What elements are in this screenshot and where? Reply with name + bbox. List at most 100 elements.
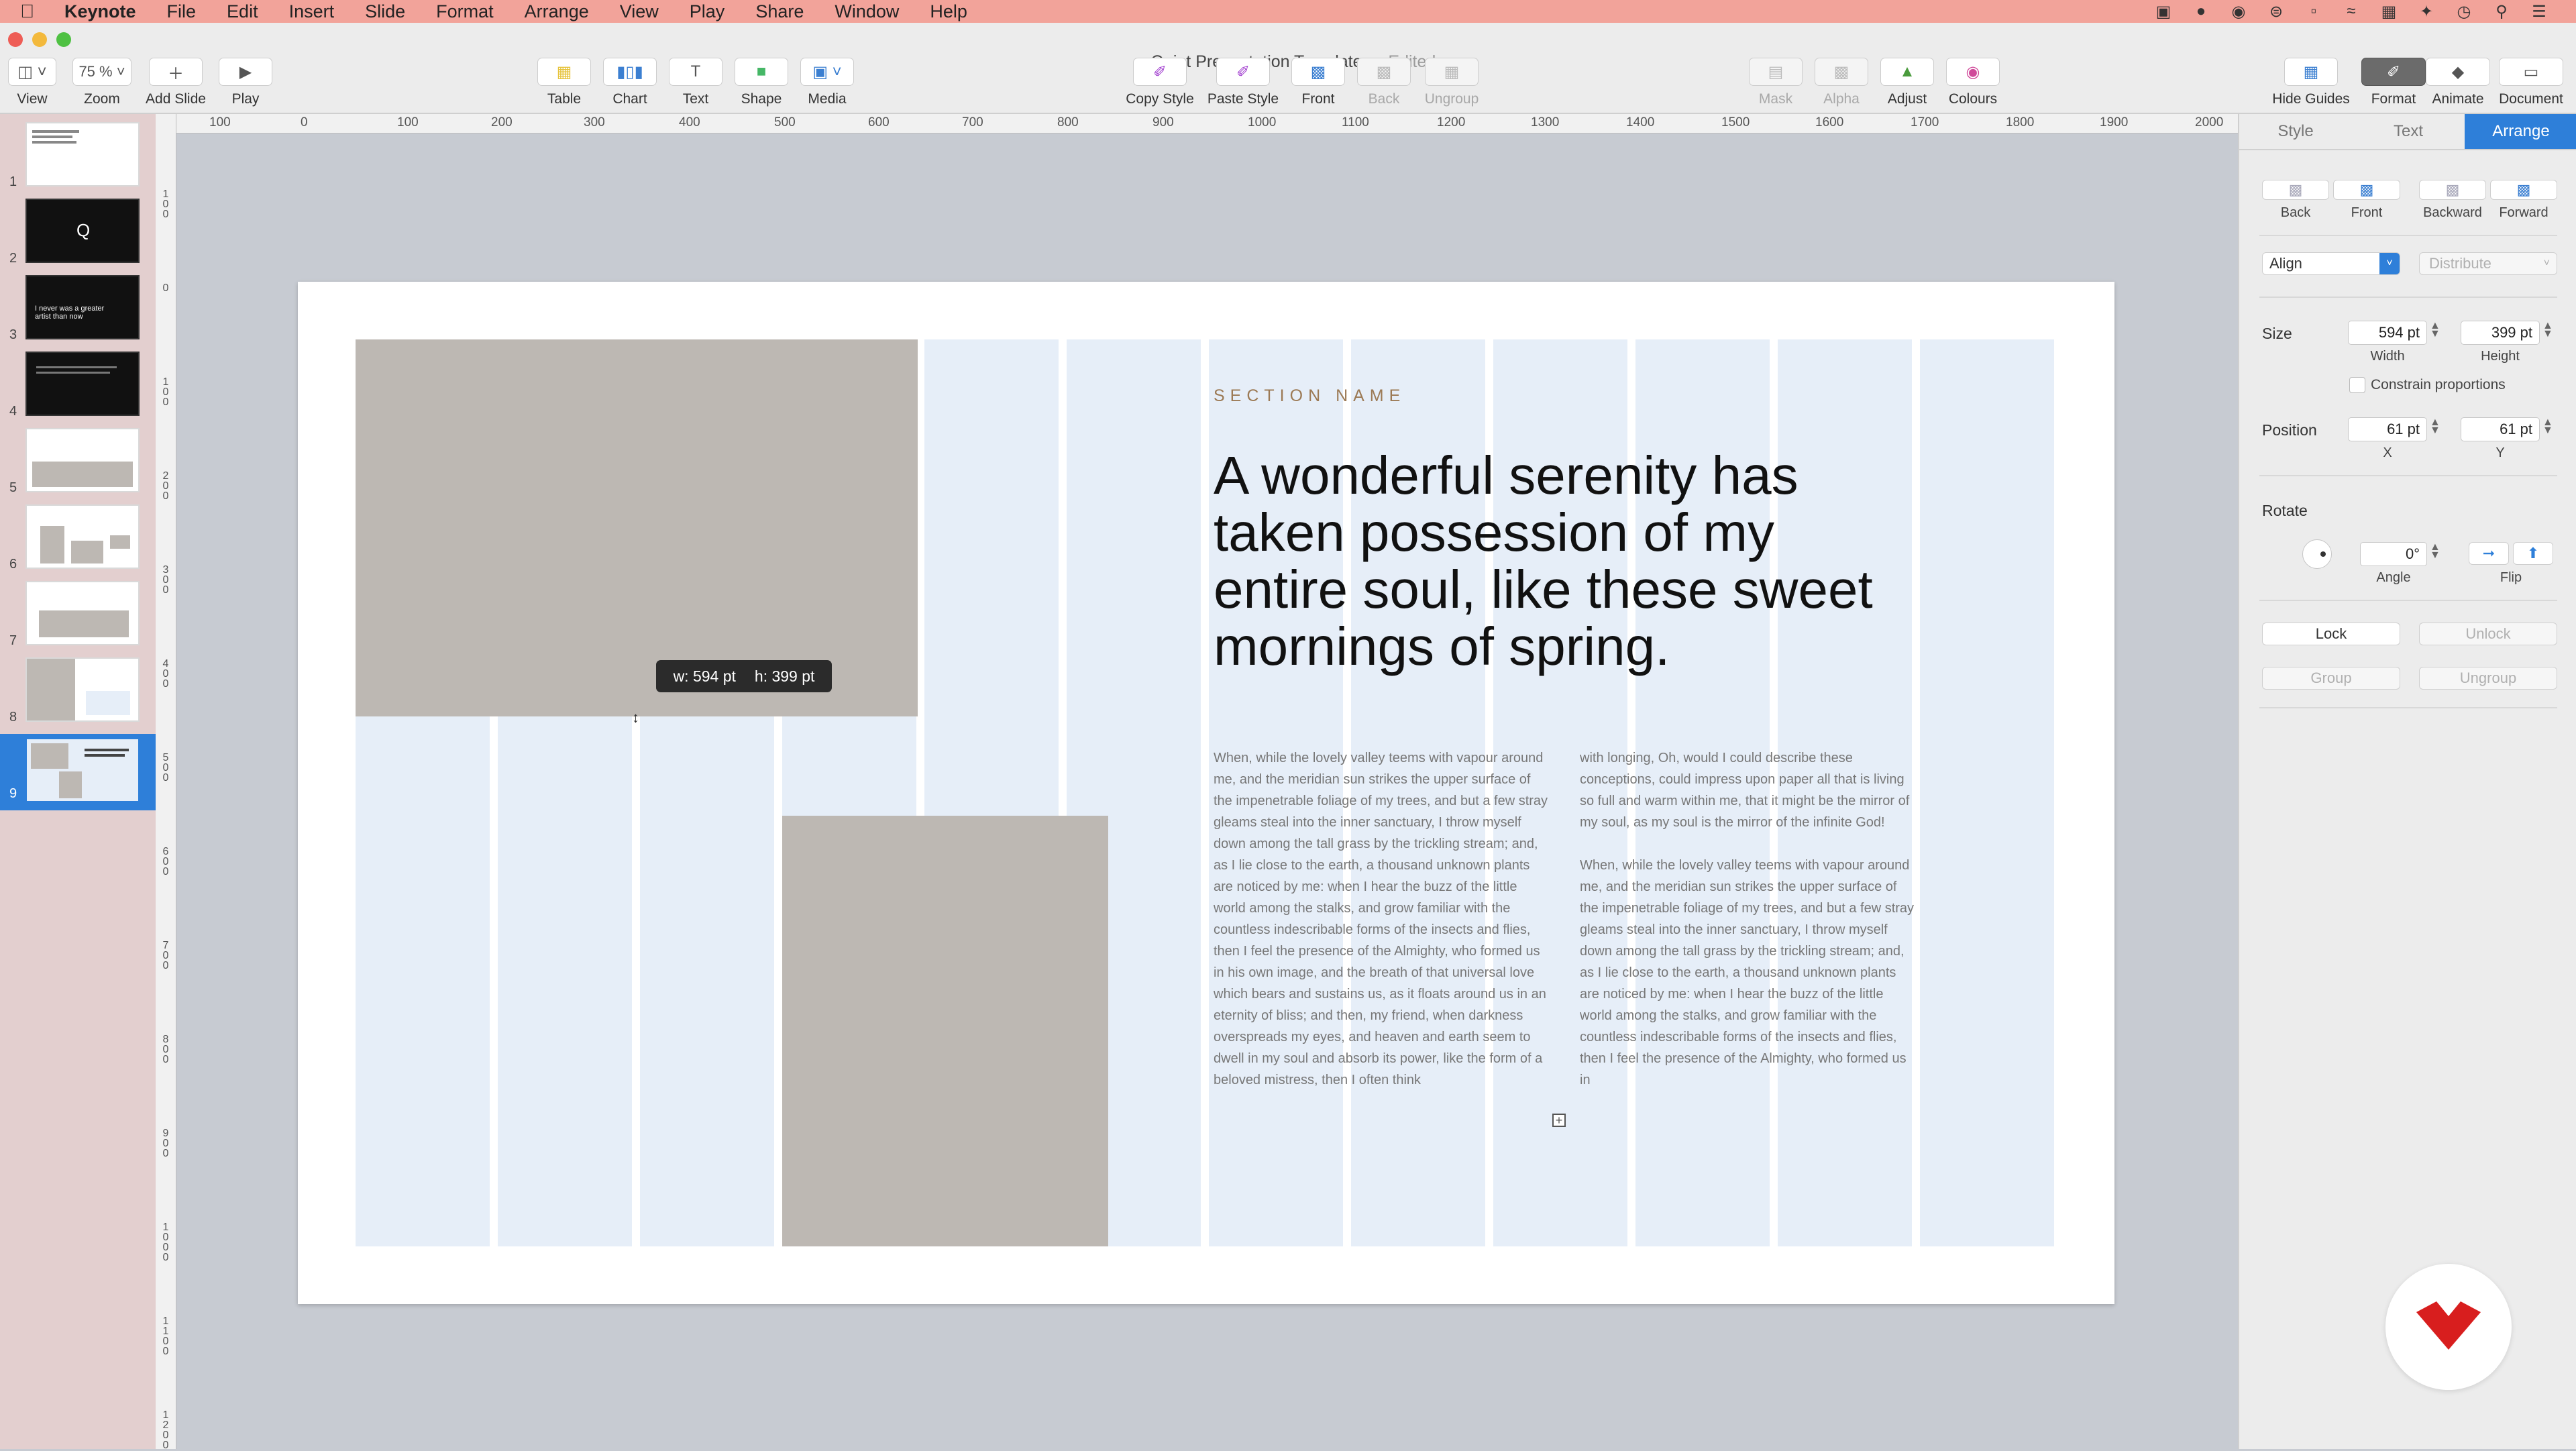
wifi-icon[interactable]: ≈ xyxy=(2341,2,2361,21)
zoom-button[interactable]: 75 % ˅ Zoom xyxy=(72,58,131,107)
front-arrange-button[interactable]: ▩ xyxy=(2333,180,2400,200)
distribute-dropdown[interactable]: Distribute ˅ xyxy=(2419,252,2557,275)
x-stepper[interactable]: ▲ ▼ xyxy=(2430,417,2440,436)
animate-button[interactable]: ◆ Animate xyxy=(2426,58,2490,107)
status-app-icon[interactable]: ● xyxy=(2191,2,2211,21)
text-button[interactable]: T Text xyxy=(668,58,723,107)
copy-style-button[interactable]: ✐ Copy Style xyxy=(1124,58,1195,107)
mask-button[interactable]: ▤ Mask xyxy=(1748,58,1803,107)
slide-thumbnail-5[interactable] xyxy=(25,428,140,492)
menu-format[interactable]: Format xyxy=(436,1,494,22)
align-dropdown[interactable]: Align ˅ xyxy=(2262,252,2400,275)
slide-thumbnail-8[interactable] xyxy=(25,657,140,722)
menu-share[interactable]: Share xyxy=(755,1,804,22)
tab-text[interactable]: Text xyxy=(2352,114,2465,149)
forward-button[interactable]: ▩ xyxy=(2490,180,2557,200)
body-text-column-2[interactable]: with longing, Oh, would I could describe… xyxy=(1580,747,1915,1112)
menu-slide[interactable]: Slide xyxy=(365,1,405,22)
flip-horizontal-icon[interactable]: ➞ xyxy=(2469,542,2509,565)
status-app-icon[interactable]: ⊜ xyxy=(2266,2,2286,21)
x-position-field[interactable]: 61 pt xyxy=(2348,417,2427,441)
apple-icon[interactable]:  xyxy=(20,1,47,22)
table-button[interactable]: ▦ Table xyxy=(537,58,592,107)
play-button[interactable]: ▶ Play xyxy=(216,58,275,107)
search-icon[interactable]: ⚲ xyxy=(2491,2,2512,21)
menu-play[interactable]: Play xyxy=(690,1,725,22)
menu-edit[interactable]: Edit xyxy=(227,1,258,22)
status-app-icon[interactable]: ▫ xyxy=(2304,2,2324,21)
minimize-window-button[interactable] xyxy=(32,32,47,47)
tab-style[interactable]: Style xyxy=(2239,114,2352,149)
tab-arrange[interactable]: Arrange xyxy=(2465,114,2576,149)
clock-icon[interactable]: ◷ xyxy=(2454,2,2474,21)
chart-button[interactable]: ▮▯▮ Chart xyxy=(602,58,657,107)
zoom-window-button[interactable] xyxy=(56,32,71,47)
slide-canvas[interactable]: SECTION NAME A wonderful serenity has ta… xyxy=(298,282,2114,1304)
status-app-icon[interactable]: ◉ xyxy=(2229,2,2249,21)
front-label: Front xyxy=(1301,91,1335,107)
resize-cursor-icon[interactable]: ↕ xyxy=(632,709,639,727)
front-button[interactable]: ▩ Front xyxy=(1291,58,1346,107)
image-placeholder-selected[interactable] xyxy=(356,339,918,716)
slide-thumbnail-6[interactable] xyxy=(25,504,140,569)
menu-window[interactable]: Window xyxy=(835,1,899,22)
height-field[interactable]: 399 pt xyxy=(2461,321,2540,345)
slide-number: 3 xyxy=(9,327,17,342)
document-button[interactable]: ▭ Document xyxy=(2494,58,2568,107)
y-stepper[interactable]: ▲ ▼ xyxy=(2542,417,2553,436)
ruler-tick-label: 1600 xyxy=(1815,115,1844,129)
menu-view[interactable]: View xyxy=(620,1,659,22)
ungroup-button[interactable]: ▦ Ungroup xyxy=(1419,58,1484,107)
unlock-button[interactable]: Unlock xyxy=(2419,623,2557,645)
constrain-proportions-checkbox[interactable] xyxy=(2349,377,2365,393)
angle-stepper[interactable]: ▲ ▼ xyxy=(2430,542,2440,561)
back-arrange-button[interactable]: ▩ xyxy=(2262,180,2329,200)
status-app-icon[interactable]: ▣ xyxy=(2153,2,2174,21)
body-text-column-1[interactable]: When, while the lovely valley teems with… xyxy=(1214,747,1549,1112)
ungroup-arrange-button[interactable]: Ungroup xyxy=(2419,667,2557,690)
section-name[interactable]: SECTION NAME xyxy=(1214,386,1405,406)
close-window-button[interactable] xyxy=(8,32,23,47)
menu-file[interactable]: File xyxy=(167,1,197,22)
menu-arrange[interactable]: Arrange xyxy=(525,1,589,22)
view-button[interactable]: ◫ ˅ View xyxy=(8,58,56,107)
slide-thumbnail-3[interactable]: I never was a greater artist than now xyxy=(25,275,140,339)
slide-thumbnail-4[interactable] xyxy=(25,352,140,416)
hide-guides-button[interactable]: ▦ Hide Guides xyxy=(2267,58,2355,107)
menu-app-name[interactable]: Keynote xyxy=(64,1,136,22)
text-overflow-icon[interactable]: + xyxy=(1552,1114,1566,1127)
group-button[interactable]: Group xyxy=(2262,667,2400,690)
angle-field[interactable]: 0° xyxy=(2360,542,2427,566)
list-icon[interactable]: ☰ xyxy=(2529,2,2549,21)
media-button[interactable]: ▣ ˅ Media xyxy=(800,58,855,107)
flag-icon[interactable]: ▦ xyxy=(2379,2,2399,21)
slide-thumbnail-7[interactable] xyxy=(25,581,140,645)
slide-headline[interactable]: A wonderful serenity has taken possessio… xyxy=(1214,447,1884,675)
rotate-dial-icon[interactable] xyxy=(2302,539,2332,569)
image-placeholder[interactable] xyxy=(782,816,1108,1246)
adjust-button[interactable]: ▲ Adjust xyxy=(1880,58,1935,107)
menu-help[interactable]: Help xyxy=(930,1,967,22)
colours-button[interactable]: ◉ Colours xyxy=(1945,58,2000,107)
alpha-button[interactable]: ▩ Alpha xyxy=(1814,58,1869,107)
width-stepper[interactable]: ▲ ▼ xyxy=(2430,321,2440,339)
format-button[interactable]: ✐ Format xyxy=(2361,58,2426,107)
slide-thumbnail-9[interactable] xyxy=(25,738,140,802)
back-button[interactable]: ▩ Back xyxy=(1356,58,1411,107)
y-position-field[interactable]: 61 pt xyxy=(2461,417,2540,441)
status-app-icon[interactable]: ✦ xyxy=(2416,2,2436,21)
width-field[interactable]: 594 pt xyxy=(2348,321,2427,345)
ruler-tick-label: 1100 xyxy=(162,1315,169,1357)
paste-style-button[interactable]: ✐ Paste Style xyxy=(1205,58,1281,107)
backward-button[interactable]: ▩ xyxy=(2419,180,2486,200)
add-slide-button[interactable]: ＋ Add Slide xyxy=(144,58,208,107)
ruler-tick-label: 300 xyxy=(162,564,169,596)
menu-insert[interactable]: Insert xyxy=(289,1,335,22)
ruler-tick-label: 1100 xyxy=(1342,115,1369,129)
shape-button[interactable]: ■ Shape xyxy=(734,58,789,107)
lock-button[interactable]: Lock xyxy=(2262,623,2400,645)
height-stepper[interactable]: ▲ ▼ xyxy=(2542,321,2553,339)
slide-thumbnail-2[interactable]: Q xyxy=(25,199,140,263)
slide-thumbnail-1[interactable] xyxy=(25,122,140,186)
flip-vertical-icon[interactable]: ⬆ xyxy=(2513,542,2553,565)
